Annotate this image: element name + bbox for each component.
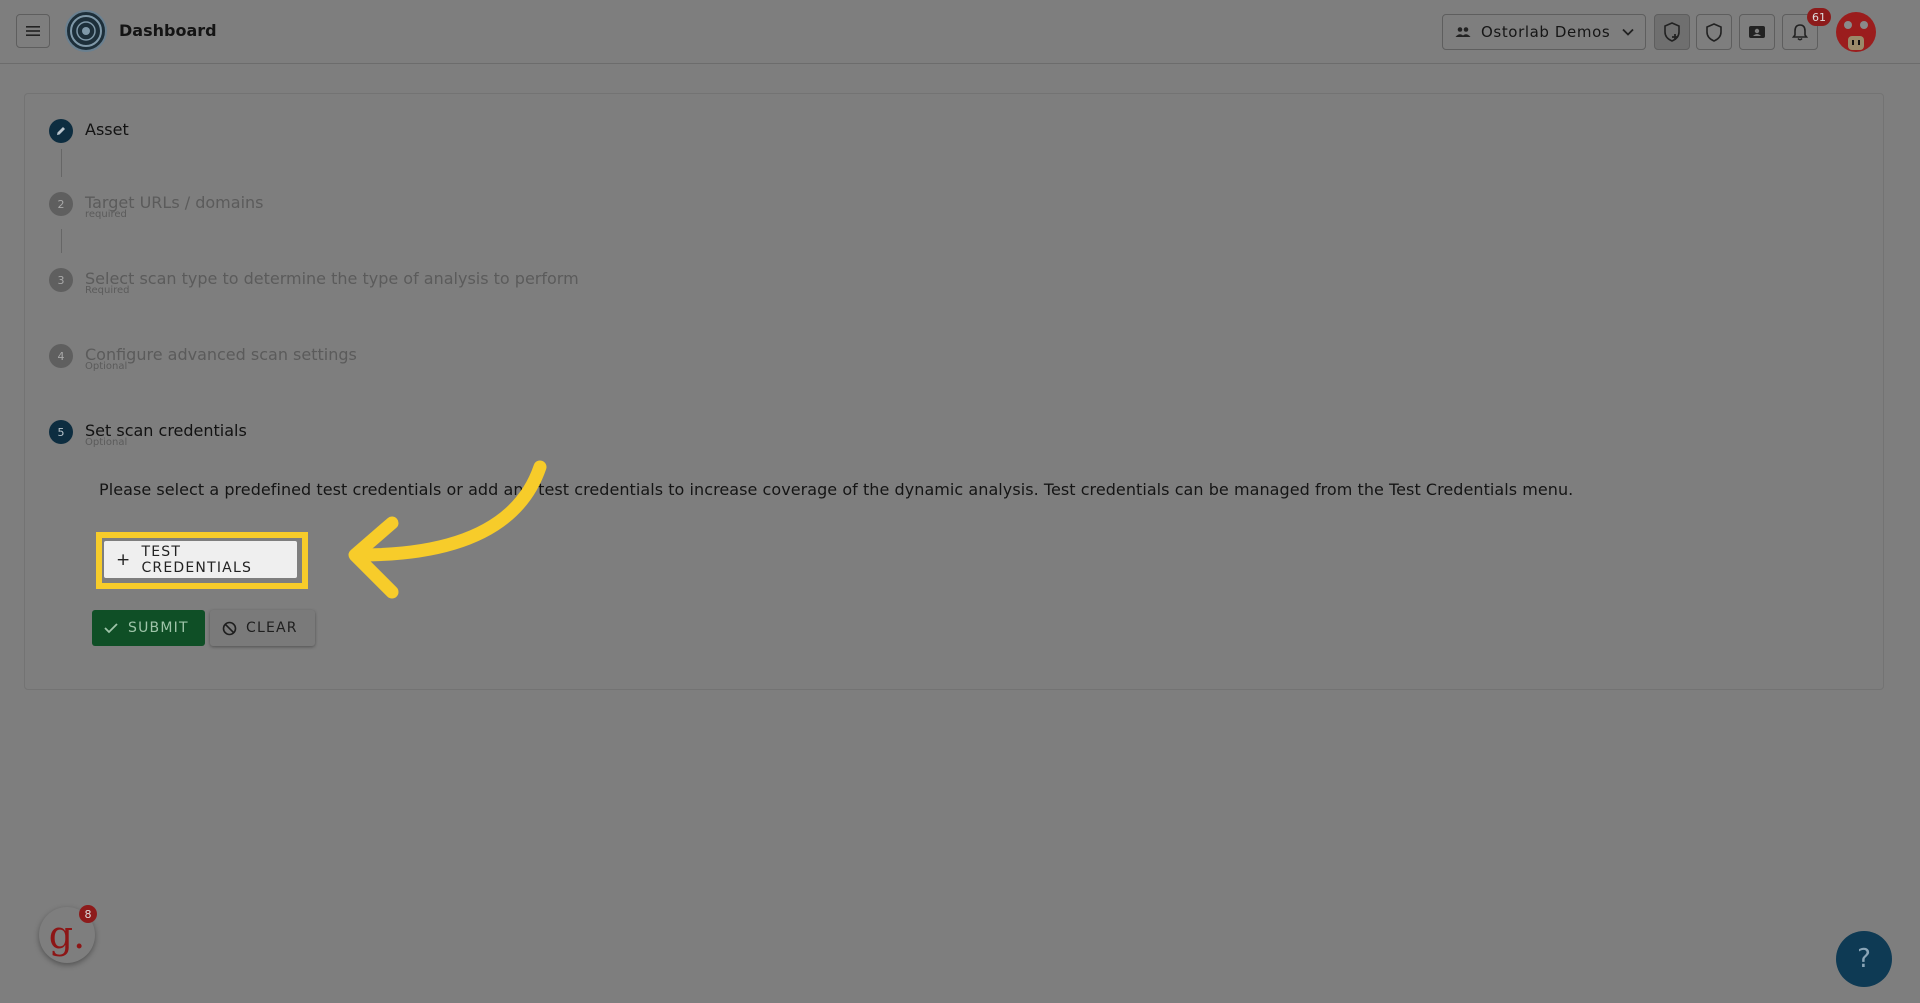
submit-label: SUBMIT [128,620,189,636]
organization-label: Ostorlab Demos [1481,23,1611,41]
step-indicator: 3 [49,268,73,292]
clear-label: CLEAR [246,620,298,636]
step-indicator [49,119,73,143]
help-button[interactable]: ? [1836,931,1892,987]
notification-badge: 61 [1807,8,1831,26]
guide-widget-letter: g. [48,913,86,957]
contacts-button[interactable] [1739,14,1775,50]
mushroom-avatar-icon [1839,16,1873,50]
chevron-down-icon [1622,28,1634,36]
new-scan-button[interactable] [1654,14,1690,50]
new-scan-card: Asset 2 Target URLs / domains required 3… [24,93,1884,690]
contact-card-icon [1749,26,1765,38]
add-test-credentials-label: TEST CREDENTIALS [141,543,253,576]
step-subtitle: Optional [85,437,128,448]
step-connector [61,149,62,177]
plus-icon: + [116,549,132,570]
step-title: Asset [85,120,129,139]
step-connector [61,229,62,253]
step-indicator: 2 [49,192,73,216]
group-icon [1455,27,1471,37]
add-test-credentials-button[interactable]: + TEST CREDENTIALS [104,541,297,578]
step-subtitle: Optional [85,361,128,372]
step-subtitle: Required [85,285,130,296]
hamburger-icon [26,26,40,36]
pointer-arrow-icon [348,460,547,599]
step-title: Select scan type to determine the type o… [85,269,579,288]
credentials-description: Please select a predefined test credenti… [99,480,1574,499]
step-subtitle: required [85,209,127,220]
pencil-icon [57,127,65,135]
step-indicator: 5 [49,420,73,444]
app-logo[interactable] [65,10,107,52]
menu-button[interactable] [16,14,50,48]
avatar[interactable] [1836,12,1876,52]
security-button[interactable] [1696,14,1732,50]
shield-plus-icon [1664,22,1680,42]
logo-icon [70,15,102,47]
guide-widget-badge: 8 [79,905,97,923]
submit-button[interactable]: SUBMIT [92,610,205,646]
page-title: Dashboard [119,21,217,40]
step-indicator: 4 [49,344,73,368]
clear-button[interactable]: CLEAR [210,610,315,646]
check-icon [104,623,118,634]
help-label: ? [1857,944,1871,974]
top-bar: Dashboard Ostorlab Demos 61 [0,0,1920,64]
bell-icon [1792,24,1808,41]
shield-icon [1706,22,1722,42]
block-icon [222,621,237,635]
organization-select[interactable]: Ostorlab Demos [1442,14,1646,50]
